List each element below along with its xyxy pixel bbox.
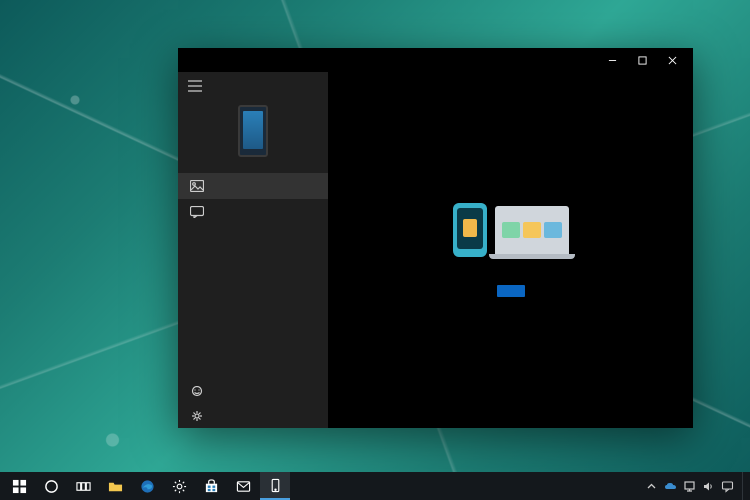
close-button[interactable]	[657, 48, 687, 72]
nav-list	[178, 173, 328, 225]
feedback-icon	[190, 386, 204, 398]
nav-item-feedback[interactable]	[178, 380, 328, 404]
tray-action-center-icon[interactable]	[721, 480, 734, 493]
device-section[interactable]	[178, 99, 328, 173]
tray-onedrive-icon[interactable]	[664, 480, 677, 493]
settings-icon	[190, 410, 204, 422]
store-button[interactable]	[196, 472, 226, 500]
taskbar-settings-button[interactable]	[164, 472, 194, 500]
illustration-laptop-icon	[495, 206, 569, 254]
file-explorer-button[interactable]	[100, 472, 130, 500]
your-phone-window	[178, 48, 693, 428]
content-pane	[328, 72, 693, 428]
see-photos-button[interactable]	[497, 285, 525, 297]
photo-icon	[190, 180, 204, 192]
taskview-button[interactable]	[68, 472, 98, 500]
message-icon	[190, 206, 204, 218]
show-desktop-button[interactable]	[742, 472, 746, 500]
maximize-button[interactable]	[627, 48, 657, 72]
edge-button[interactable]	[132, 472, 162, 500]
taskbar	[0, 472, 750, 500]
tray-volume-icon[interactable]	[702, 480, 715, 493]
desktop-wallpaper	[0, 0, 750, 500]
nav-item-settings[interactable]	[178, 404, 328, 428]
tray-network-icon[interactable]	[683, 480, 696, 493]
tray-chevron-up-icon[interactable]	[645, 480, 658, 493]
cortana-button[interactable]	[36, 472, 66, 500]
illustration	[453, 203, 569, 257]
bottom-nav	[178, 380, 328, 428]
hamburger-button[interactable]	[178, 72, 328, 99]
minimize-button[interactable]	[597, 48, 627, 72]
sidebar	[178, 72, 328, 428]
titlebar[interactable]	[178, 48, 693, 72]
nav-item-photos[interactable]	[178, 173, 328, 199]
start-button[interactable]	[4, 472, 34, 500]
illustration-phone-icon	[453, 203, 487, 257]
mail-button[interactable]	[228, 472, 258, 500]
system-tray	[645, 480, 740, 493]
phone-thumbnail-icon	[238, 105, 268, 157]
nav-item-messages[interactable]	[178, 199, 328, 225]
your-phone-taskbar-button[interactable]	[260, 472, 290, 500]
